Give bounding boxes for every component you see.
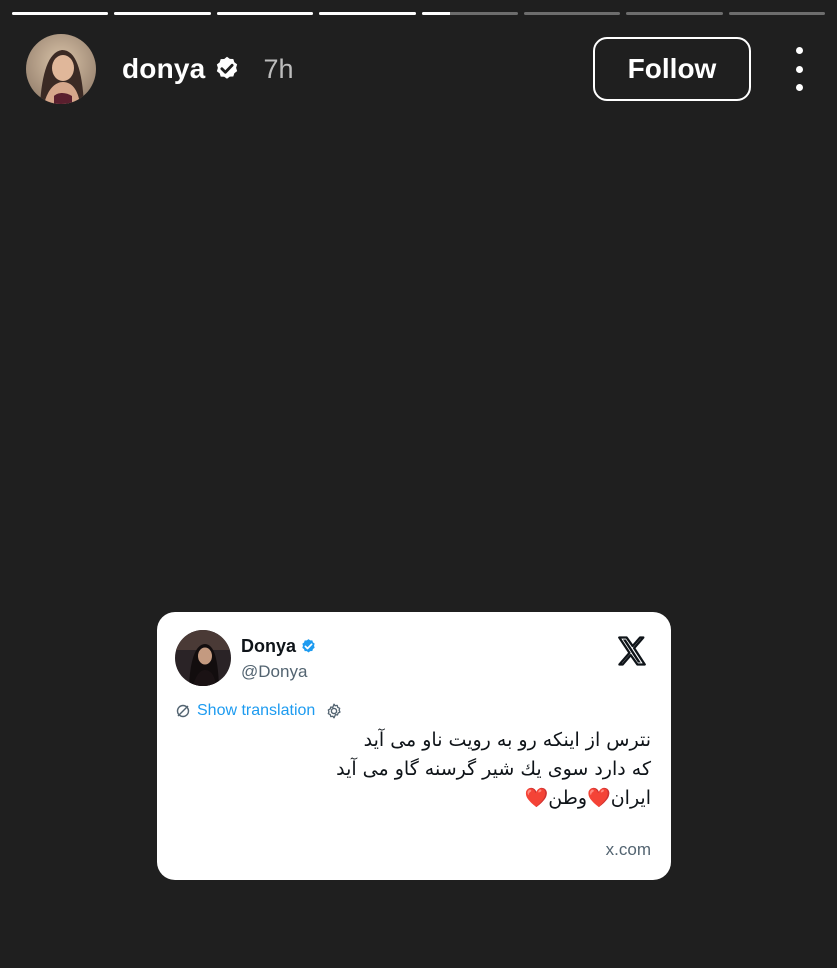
tweet-card[interactable]: Donya @Donya Show translation نترس از ای… xyxy=(157,612,671,880)
story-progress-segment xyxy=(114,12,211,15)
story-header: donya 7h Follow xyxy=(26,34,811,104)
show-translation-label[interactable]: Show translation xyxy=(197,702,315,720)
tweet-author: Donya xyxy=(241,636,317,657)
profile-avatar[interactable] xyxy=(26,34,96,104)
gear-icon[interactable] xyxy=(325,702,343,720)
story-progress-segment xyxy=(728,12,825,15)
story-progress-segment xyxy=(12,12,109,15)
more-vertical-icon xyxy=(795,47,803,54)
x-logo-icon xyxy=(618,636,646,666)
tweet-text: نترس از اینکه رو به رویت ناو می آید که د… xyxy=(181,726,651,813)
story-viewer: donya 7h Follow Donya @Donya Show transl… xyxy=(0,0,837,968)
verified-badge-icon xyxy=(302,639,315,653)
show-translation-link[interactable]: Show translation xyxy=(175,702,343,720)
tweet-line: ایران❤️وطن❤️ xyxy=(524,787,651,809)
story-progress-segment xyxy=(216,12,314,15)
profile-photo-icon xyxy=(26,34,96,104)
verified-badge-icon xyxy=(217,56,238,79)
story-progress-fill xyxy=(114,12,211,15)
card-domain[interactable]: x.com xyxy=(606,840,651,860)
tweet-author-name: Donya xyxy=(241,636,297,656)
tweet-line: نترس از اینکه رو به رویت ناو می آید xyxy=(363,729,651,751)
post-time: 7h xyxy=(263,53,294,84)
username[interactable]: donya xyxy=(122,53,205,85)
story-progress-fill xyxy=(12,12,109,15)
more-options-button[interactable] xyxy=(787,47,811,91)
story-progress-fill xyxy=(216,12,314,15)
translate-icon xyxy=(176,704,190,718)
story-progress-segment xyxy=(523,12,621,15)
story-progress-segment xyxy=(626,12,723,15)
tweet-avatar xyxy=(175,630,231,686)
story-progress-segment xyxy=(319,12,416,15)
story-progress-fill xyxy=(421,12,451,15)
story-progress-bar xyxy=(12,12,825,16)
tweet-author-handle: @Donya xyxy=(241,662,308,681)
story-progress-segment xyxy=(421,12,518,15)
follow-button[interactable]: Follow xyxy=(593,37,751,101)
tweet-line: که دارد سوی یك شیر گرسنه گاو می آید xyxy=(336,758,651,780)
tweet-profile-photo-icon xyxy=(175,630,231,686)
story-progress-fill xyxy=(319,12,416,15)
